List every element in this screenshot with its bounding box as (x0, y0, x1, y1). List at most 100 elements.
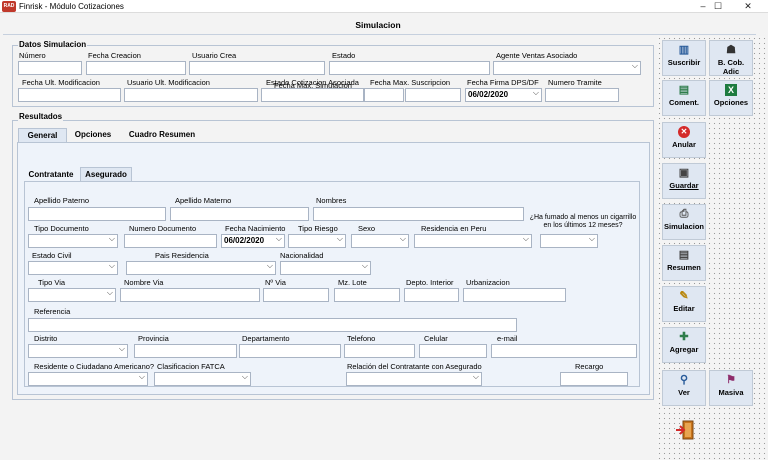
close-button[interactable]: ✕ (734, 0, 762, 12)
pais-residencia-select[interactable] (126, 260, 276, 275)
numero-documento-field[interactable] (124, 234, 217, 248)
fecha-creacion-field[interactable] (86, 61, 186, 75)
agregar-label: Agregar (669, 345, 699, 354)
telefono-field[interactable] (344, 344, 415, 358)
fecha-nacimiento-field[interactable]: 06/02/2020 (221, 233, 285, 248)
referencia-field[interactable] (28, 318, 517, 332)
sexo-select[interactable] (351, 233, 409, 248)
opciones-button[interactable]: X Opciones (709, 80, 753, 116)
estado-civil-select[interactable] (28, 260, 118, 275)
urbanizacion-field[interactable] (463, 288, 566, 302)
edit-icon: ✎ (679, 290, 689, 302)
nacionalidad-select[interactable] (280, 260, 371, 275)
fecha-firma-field[interactable]: 06/02/2020 (465, 87, 542, 102)
residente-usa-label: Residente o Ciudadano Americano? (34, 362, 155, 371)
nro-via-label: Nº Via (265, 278, 286, 287)
tab-general[interactable]: General (18, 128, 67, 142)
masiva-label: Masiva (718, 388, 744, 397)
magnifier-icon: ⚲ (679, 374, 689, 386)
editar-button[interactable]: ✎ Editar (662, 286, 706, 322)
subtab-asegurado[interactable]: Asegurado (80, 167, 132, 181)
fecha-max-suscripcion-label: Fecha Max. Suscripcion (370, 78, 451, 87)
datos-simulacion-header: Datos Simulacion (18, 40, 88, 50)
ver-button[interactable]: ⚲ Ver (662, 370, 706, 406)
recargo-label: Recargo (575, 362, 604, 371)
fatca-select[interactable] (154, 371, 251, 386)
tipo-via-select[interactable] (28, 287, 116, 302)
guardar-label: Guardar (669, 181, 699, 190)
suscribir-label: Suscribir (667, 58, 701, 67)
fatca-label: Clasificacion FATCA (157, 362, 225, 371)
apellido-materno-field[interactable] (170, 207, 309, 221)
suscribir-button[interactable]: ▥ Suscribir (662, 40, 706, 76)
tipo-documento-label: Tipo Documento (34, 224, 89, 233)
simulacion-label: Simulacion (663, 222, 704, 231)
resumen-button[interactable]: ▤ Resumen (662, 245, 706, 281)
coment-button[interactable]: ▤ Coment. (662, 80, 706, 116)
fumado-label: ¿Ha fumado al menos un cigarrillo en los… (529, 214, 637, 229)
apellido-materno-label: Apellido Materno (175, 196, 232, 205)
tipo-documento-select[interactable] (28, 233, 118, 248)
fecha-ult-mod-field[interactable] (18, 88, 121, 102)
celular-field[interactable] (419, 344, 487, 358)
tipo-riesgo-select[interactable] (288, 233, 346, 248)
maximize-button[interactable]: ☐ (704, 0, 732, 12)
exit-door-icon (676, 420, 694, 440)
numero-field[interactable] (18, 61, 82, 75)
anular-label: Anular (672, 140, 696, 149)
usuario-crea-field[interactable] (189, 61, 325, 75)
usuario-crea-label: Usuario Crea (192, 51, 237, 60)
agente-label: Agente Ventas Asociado (496, 51, 578, 60)
resultados-header: Resultados (18, 112, 64, 122)
save-icon: ▣ (678, 167, 690, 179)
usuario-ult-mod-label: Usuario Ult. Modificacion (127, 78, 210, 87)
mz-lote-field[interactable] (334, 288, 400, 302)
anular-button[interactable]: ✕ Anular (662, 122, 706, 158)
agregar-button[interactable]: ✚ Agregar (662, 327, 706, 363)
subtab-contratante[interactable]: Contratante (24, 168, 78, 182)
nro-via-field[interactable] (263, 288, 329, 302)
apellido-paterno-field[interactable] (28, 207, 166, 221)
b-cob-adic-label: B. Cob. Adic (717, 58, 745, 76)
agente-select[interactable] (493, 60, 641, 75)
fecha-max-suscripcion-field[interactable] (405, 88, 461, 102)
departamento-field[interactable] (239, 344, 341, 358)
apellido-paterno-label: Apellido Paterno (34, 196, 90, 205)
telefono-label: Telefono (347, 334, 376, 343)
nombres-field[interactable] (313, 207, 524, 221)
simulacion-button[interactable]: ⎙ Simulacion (662, 204, 706, 240)
nombre-via-field[interactable] (120, 288, 260, 302)
email-field[interactable] (491, 344, 637, 358)
tab-cuadro-resumen[interactable]: Cuadro Resumen (125, 128, 199, 142)
guardar-button[interactable]: ▣ Guardar (662, 163, 706, 199)
numero-label: Número (19, 51, 46, 60)
relacion-select[interactable] (346, 371, 482, 386)
exit-button[interactable] (674, 419, 696, 441)
resumen-label: Resumen (667, 263, 701, 272)
mz-lote-label: Mz. Lote (338, 278, 367, 287)
distrito-label: Distrito (34, 334, 58, 343)
numero-tramite-field[interactable] (545, 88, 619, 102)
provincia-label: Provincia (138, 334, 169, 343)
title-bar: RAD Finrisk - Módulo Cotizaciones – ☐ ✕ (0, 0, 768, 13)
distrito-select[interactable] (28, 343, 128, 358)
tipo-via-label: Tipo Via (38, 278, 66, 287)
recargo-field[interactable] (560, 372, 628, 386)
urbanizacion-label: Urbanizacion (466, 278, 510, 287)
residente-usa-select[interactable] (28, 371, 148, 386)
estado-civil-label: Estado Civil (32, 251, 72, 260)
fumado-select[interactable] (540, 233, 598, 248)
estado-cotizacion-field[interactable] (261, 88, 364, 102)
residencia-label: Residencia en Peru (421, 224, 487, 233)
usuario-ult-mod-field[interactable] (124, 88, 258, 102)
residencia-select[interactable] (414, 233, 532, 248)
fecha-max-simulacion-field[interactable] (364, 88, 404, 102)
masiva-button[interactable]: ⚑ Masiva (709, 370, 753, 406)
departamento-label: Departamento (242, 334, 290, 343)
tab-opciones[interactable]: Opciones (71, 128, 115, 142)
provincia-field[interactable] (134, 344, 237, 358)
opciones-label: Opciones (713, 98, 749, 107)
depto-field[interactable] (404, 288, 459, 302)
estado-field[interactable] (329, 61, 490, 75)
b-cob-adic-button[interactable]: ☗ B. Cob. Adic (709, 40, 753, 76)
